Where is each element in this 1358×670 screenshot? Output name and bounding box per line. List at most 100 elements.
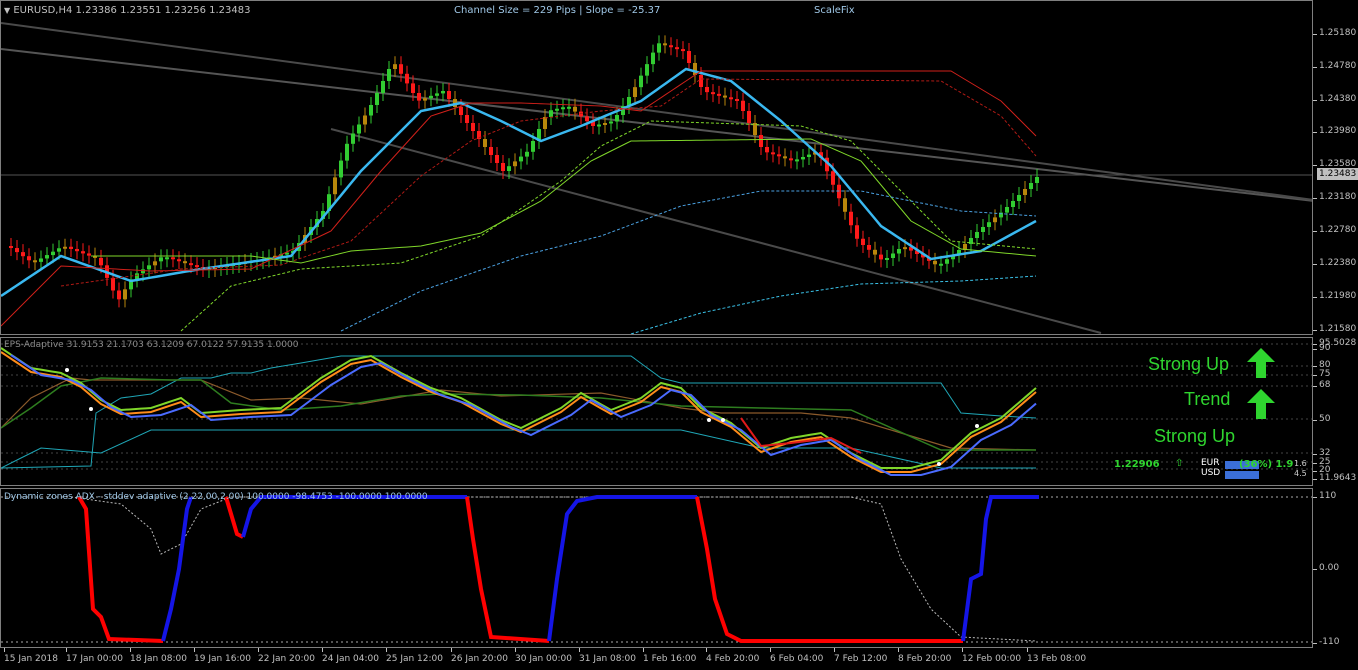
candle-body — [711, 92, 715, 95]
eps-adaptive-pane[interactable]: EPS-Adaptive 31.9153 21.1703 63.1209 67.… — [0, 337, 1313, 486]
candle-body — [33, 260, 37, 263]
time-axis-label: 6 Feb 04:00 — [770, 648, 824, 664]
candle-body — [399, 64, 403, 74]
candle-body — [903, 247, 907, 250]
candle-body — [465, 115, 469, 123]
candle-body — [933, 260, 937, 265]
adx-pane[interactable]: Dynamic zones ADX - stddev adaptive (2.2… — [0, 488, 1313, 648]
time-axis-label: 24 Jan 04:00 — [322, 648, 379, 664]
candle-body — [81, 251, 85, 254]
candle-body — [867, 245, 871, 250]
time-axis-label: 25 Jan 12:00 — [386, 648, 443, 664]
strength-value-2: 4.5 — [1294, 469, 1307, 478]
candle-body — [423, 98, 427, 101]
scale-tick-label: 1.24780 — [1312, 61, 1357, 71]
candle-body — [765, 147, 769, 153]
candle-body — [459, 107, 463, 115]
candle-body — [1011, 201, 1015, 207]
scale-tick-label: 1.21980 — [1312, 291, 1357, 301]
candle-body — [597, 124, 601, 127]
scale-tick-label: 11.9643 — [1312, 473, 1357, 483]
candle-body — [159, 257, 163, 262]
strength-value-1: 1.6 — [1294, 459, 1307, 468]
candle-body — [357, 124, 361, 134]
candle-body — [561, 107, 565, 110]
eur-label: EUR — [1201, 458, 1220, 468]
time-axis[interactable]: 15 Jan 2018 17 Jan 00:00 18 Jan 08:00 19 Ja… — [0, 648, 1313, 670]
candle-body — [657, 43, 661, 53]
scale-tick-label: 75 — [1312, 369, 1331, 379]
adx-red-segment-4 — [695, 496, 963, 643]
signal-dot — [937, 462, 941, 466]
candle-body — [363, 115, 367, 125]
candle-body — [939, 263, 943, 266]
candle-body — [45, 255, 49, 259]
candle-body — [849, 211, 853, 226]
candle-body — [369, 105, 373, 116]
candle-body — [345, 143, 349, 161]
channel-upper-line — [1, 48, 1312, 202]
adx-scale[interactable]: 110 0.00 -110 — [1312, 488, 1358, 648]
eps-scale[interactable]: 95.5028 90 80 75 68 50 32 25 20 11.9643 — [1312, 337, 1358, 486]
arrow-up-icon — [1247, 348, 1275, 378]
candle-body — [531, 141, 535, 152]
candle-body — [789, 158, 793, 161]
candle-body — [1029, 183, 1033, 189]
candle-body — [993, 217, 997, 223]
candle-body — [1017, 195, 1021, 201]
scale-tick-label: 0.00 — [1312, 563, 1340, 573]
candle-body — [777, 154, 781, 157]
adx-title: Dynamic zones ADX - stddev adaptive (2.2… — [4, 492, 428, 502]
adx-red-segment-3 — [465, 496, 550, 643]
candle-body — [549, 110, 553, 117]
scale-tick-label: 110 — [1312, 491, 1337, 501]
candle-body — [831, 171, 835, 185]
candle-body — [513, 161, 517, 167]
candle-body — [57, 248, 61, 252]
candle-body — [435, 93, 439, 96]
candle-body — [519, 156, 523, 162]
eps-adaptive-title: EPS-Adaptive 31.9153 21.1703 63.1209 67.… — [4, 340, 299, 350]
candle-body — [99, 257, 103, 266]
candle-body — [387, 69, 391, 81]
candle-body — [15, 248, 19, 253]
candle-body — [507, 166, 511, 171]
scale-tick-label: 1.22380 — [1312, 258, 1357, 268]
candle-body — [351, 133, 355, 144]
time-axis-label: 18 Jan 08:00 — [130, 648, 187, 664]
dropdown-triangle-icon[interactable]: ▼ — [4, 6, 10, 15]
candle-body — [585, 116, 589, 122]
price-chart-pane[interactable]: ▼ EURUSD,H4 1.23386 1.23551 1.23256 1.23… — [0, 0, 1313, 335]
candle-body — [153, 261, 157, 266]
adx-red-segment-1 — [77, 495, 164, 643]
scale-tick-label: 50 — [1312, 414, 1331, 424]
candle-body — [681, 49, 685, 52]
candle-body — [189, 263, 193, 266]
candle-body — [411, 83, 415, 93]
lower-band-dash — [630, 275, 1037, 334]
strength-percent: (36%) 1.9 — [1239, 459, 1294, 470]
envelope-lower-line — [91, 138, 1037, 264]
candle-body — [333, 177, 337, 195]
candle-body — [615, 115, 619, 122]
eps-orange-line — [1, 351, 1037, 473]
signal-dot — [65, 368, 69, 372]
scale-tick-label: 90 — [1312, 343, 1331, 353]
candle-body — [1005, 207, 1009, 213]
candle-body — [729, 97, 733, 100]
candle-body — [855, 225, 859, 239]
candle-body — [447, 91, 451, 99]
adx-blue-segment-3 — [547, 495, 697, 642]
adx-blue-segment-2 — [241, 495, 467, 538]
candle-body — [141, 269, 145, 274]
candle-body — [177, 259, 181, 262]
scale-tick-label: 68 — [1312, 380, 1331, 390]
candle-body — [747, 111, 751, 123]
scale-tick-label: -110 — [1312, 637, 1340, 647]
time-axis-label: 12 Feb 00:00 — [962, 648, 1022, 664]
candle-body — [651, 52, 655, 65]
candle-body — [975, 232, 979, 238]
time-axis-label: 17 Jan 00:00 — [66, 648, 123, 664]
adx-blue-segment-1 — [161, 496, 193, 642]
trend-signal: Trend — [1184, 389, 1231, 409]
